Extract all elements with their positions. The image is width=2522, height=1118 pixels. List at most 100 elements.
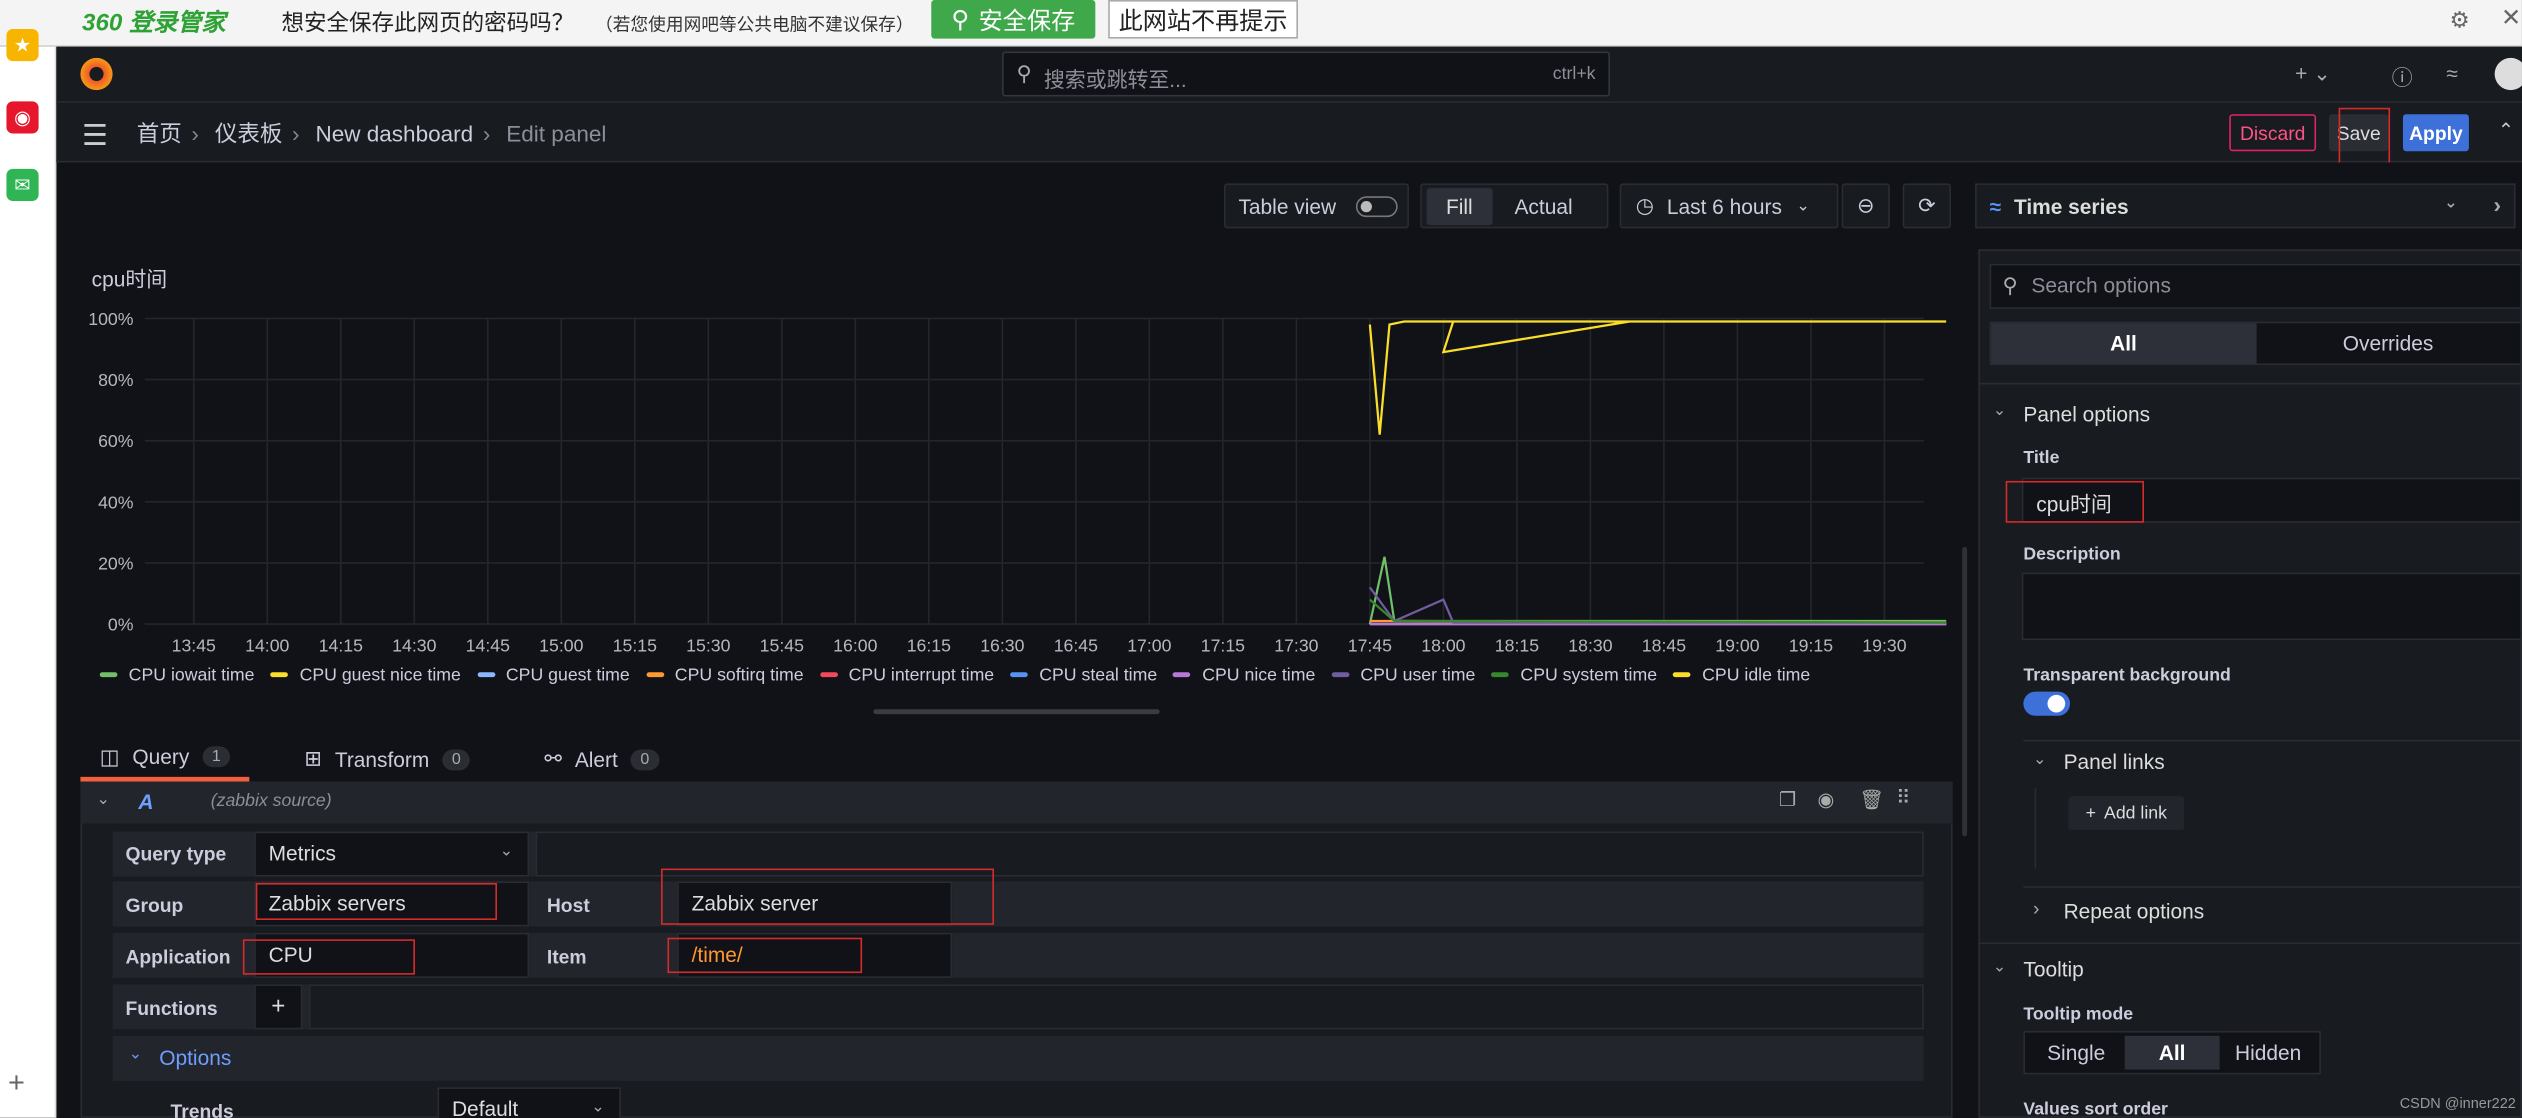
x-tick-label: 16:30 bbox=[980, 635, 1024, 655]
chevron-down-icon[interactable]: ⌄ bbox=[129, 1045, 142, 1063]
discard-button[interactable]: Discard bbox=[2229, 114, 2317, 152]
x-tick-label: 18:15 bbox=[1495, 635, 1539, 655]
group-label: Group bbox=[125, 894, 184, 917]
x-tick-label: 16:15 bbox=[907, 635, 951, 655]
x-tick-label: 19:30 bbox=[1862, 635, 1906, 655]
add-new-icon[interactable]: + ⌄ bbox=[2295, 61, 2331, 87]
help-icon[interactable]: ⓘ bbox=[2392, 61, 2413, 92]
description-textarea[interactable] bbox=[2021, 572, 2522, 641]
visualization-picker[interactable]: ≈ Time series ⌄ › bbox=[1975, 183, 2516, 229]
table-view-toggle[interactable]: Table view bbox=[1223, 183, 1409, 229]
tooltip-mode-label: Tooltip mode bbox=[2023, 1005, 2134, 1025]
actual-option[interactable]: Actual bbox=[1514, 194, 1572, 218]
chevron-down-icon[interactable]: ⌄ bbox=[1993, 959, 2006, 977]
trends-select[interactable]: Default ⌄ bbox=[437, 1087, 621, 1118]
y-tick-label: 60% bbox=[98, 431, 134, 451]
vertical-scrollbar[interactable] bbox=[1962, 546, 1968, 837]
legend-item[interactable]: CPU user time bbox=[1331, 665, 1475, 684]
chevron-right-icon[interactable]: › bbox=[2494, 191, 2502, 217]
secure-save-button[interactable]: ⚲ 安全保存 bbox=[931, 0, 1096, 39]
tooltip-section[interactable]: Tooltip bbox=[2023, 957, 2083, 981]
chevron-down-icon[interactable]: ⌄ bbox=[1993, 402, 2006, 420]
time-range-picker[interactable]: ◷ Last 6 hours ⌄ bbox=[1619, 183, 1839, 229]
breadcrumb-dashboard[interactable]: New dashboard bbox=[315, 121, 473, 147]
chevron-right-icon: › bbox=[482, 120, 491, 147]
legend-item[interactable]: CPU idle time bbox=[1673, 665, 1810, 684]
query-row-header[interactable]: ⌄ A (zabbix source) ❐ ◉ 🗑 ⠿ bbox=[80, 781, 1953, 824]
refresh-icon[interactable]: ⟳ bbox=[1902, 183, 1951, 229]
chevron-down-icon[interactable]: ⌄ bbox=[97, 791, 110, 809]
weibo-icon[interactable]: ◉ bbox=[6, 101, 39, 134]
tab-overrides[interactable]: Overrides bbox=[2256, 323, 2521, 363]
settings-gear-icon[interactable]: ⚙ bbox=[2450, 6, 2470, 33]
chevron-up-icon[interactable]: ⌃ bbox=[2498, 119, 2514, 142]
repeat-options-section[interactable]: Repeat options bbox=[2064, 899, 2205, 923]
add-function-button[interactable]: + bbox=[254, 984, 303, 1030]
legend-item[interactable]: CPU system time bbox=[1491, 665, 1657, 684]
grafana-logo-icon[interactable] bbox=[80, 57, 113, 91]
series-line bbox=[1368, 320, 1947, 435]
tooltip-mode-all[interactable]: All bbox=[2124, 1035, 2221, 1070]
drag-handle-icon[interactable]: ⠿ bbox=[1896, 787, 1910, 810]
panel-links-section[interactable]: Panel links bbox=[2064, 750, 2165, 774]
tab-transform[interactable]: ⊞ Transform 0 bbox=[285, 737, 490, 782]
legend-item[interactable]: CPU nice time bbox=[1173, 665, 1315, 684]
trash-icon[interactable]: 🗑 bbox=[1859, 788, 1884, 811]
legend-item[interactable]: CPU steal time bbox=[1010, 665, 1157, 684]
application-label: Application bbox=[125, 945, 231, 969]
legend-item[interactable]: CPU iowait time bbox=[99, 665, 255, 684]
favorites-star-icon[interactable]: ★ bbox=[6, 28, 39, 62]
close-icon[interactable]: ✕ bbox=[2501, 3, 2521, 32]
chevron-right-icon[interactable]: › bbox=[2033, 897, 2039, 920]
y-axis: 0% 20% 40% 60% 80% 100% bbox=[88, 309, 134, 635]
y-tick-label: 40% bbox=[98, 492, 134, 512]
tooltip-mode-single[interactable]: Single bbox=[2028, 1036, 2124, 1070]
legend-item[interactable]: CPU softirq time bbox=[645, 665, 804, 684]
search-input[interactable]: ⚲ 搜索或跳转至... ctrl+k bbox=[1002, 51, 1611, 97]
tab-alert[interactable]: ⚯ Alert 0 bbox=[525, 737, 678, 782]
legend-item[interactable]: CPU interrupt time bbox=[819, 665, 994, 684]
x-tick-label: 17:15 bbox=[1201, 635, 1245, 655]
legend-item[interactable]: CPU guest nice time bbox=[270, 665, 461, 684]
search-options-input[interactable]: ⚲ Search options bbox=[1989, 263, 2522, 309]
divider bbox=[2023, 886, 2522, 888]
options-row[interactable] bbox=[112, 1035, 1924, 1081]
news-feed-icon[interactable]: ≈ bbox=[2446, 61, 2457, 85]
chevron-down-icon[interactable]: ⌄ bbox=[2033, 751, 2046, 769]
tab-query[interactable]: ◫ Query 1 bbox=[80, 737, 250, 782]
eye-icon[interactable]: ◉ bbox=[1817, 788, 1834, 811]
chevron-right-icon: › bbox=[292, 120, 300, 147]
add-icon[interactable]: + bbox=[8, 1066, 25, 1100]
tab-all[interactable]: All bbox=[1991, 323, 2256, 364]
toggle-switch[interactable] bbox=[1355, 195, 1398, 217]
fill-actual-switch[interactable]: Fill Actual bbox=[1420, 183, 1609, 229]
apply-button[interactable]: Apply bbox=[2402, 114, 2469, 152]
panel-options-section[interactable]: Panel options bbox=[2023, 402, 2150, 426]
tooltip-mode-hidden[interactable]: Hidden bbox=[2220, 1036, 2316, 1070]
keyboard-shortcut: ctrl+k bbox=[1552, 64, 1596, 84]
zoom-out-icon[interactable]: ⊖ bbox=[1841, 183, 1890, 229]
legend-label: CPU nice time bbox=[1202, 665, 1316, 685]
fill-option[interactable]: Fill bbox=[1426, 187, 1492, 225]
query-ref: A bbox=[138, 789, 154, 814]
time-series-chart[interactable]: 0%20%40%60%80%100% 13:45 14:00 14:15 14:30 1… bbox=[80, 302, 1947, 659]
legend-swatch bbox=[99, 672, 118, 678]
legend-label: CPU idle time bbox=[1702, 665, 1811, 685]
options-toggle[interactable]: Options bbox=[159, 1045, 231, 1069]
legend-item[interactable]: CPU guest time bbox=[476, 665, 630, 684]
avatar[interactable] bbox=[2494, 57, 2522, 91]
x-tick-label: 15:45 bbox=[760, 635, 804, 655]
never-prompt-button[interactable]: 此网站不再提示 bbox=[1108, 0, 1298, 39]
horizontal-scrollbar[interactable] bbox=[873, 709, 1160, 715]
duplicate-icon[interactable]: ❐ bbox=[1779, 788, 1796, 811]
add-link-button[interactable]: + Add link bbox=[2068, 796, 2185, 830]
breadcrumb-dashboards[interactable]: 仪表板 bbox=[215, 121, 283, 147]
mail-icon[interactable]: ✉ bbox=[6, 168, 39, 202]
search-icon: ⚲ bbox=[2002, 273, 2018, 298]
breadcrumb-home[interactable]: 首页 bbox=[137, 121, 182, 147]
transparent-background-toggle[interactable] bbox=[2023, 691, 2071, 716]
series-line bbox=[1369, 598, 1947, 624]
trends-label: Trends bbox=[170, 1100, 234, 1118]
menu-icon[interactable]: ☰ bbox=[82, 119, 108, 153]
query-type-select[interactable]: Metrics ⌄ bbox=[254, 831, 530, 877]
